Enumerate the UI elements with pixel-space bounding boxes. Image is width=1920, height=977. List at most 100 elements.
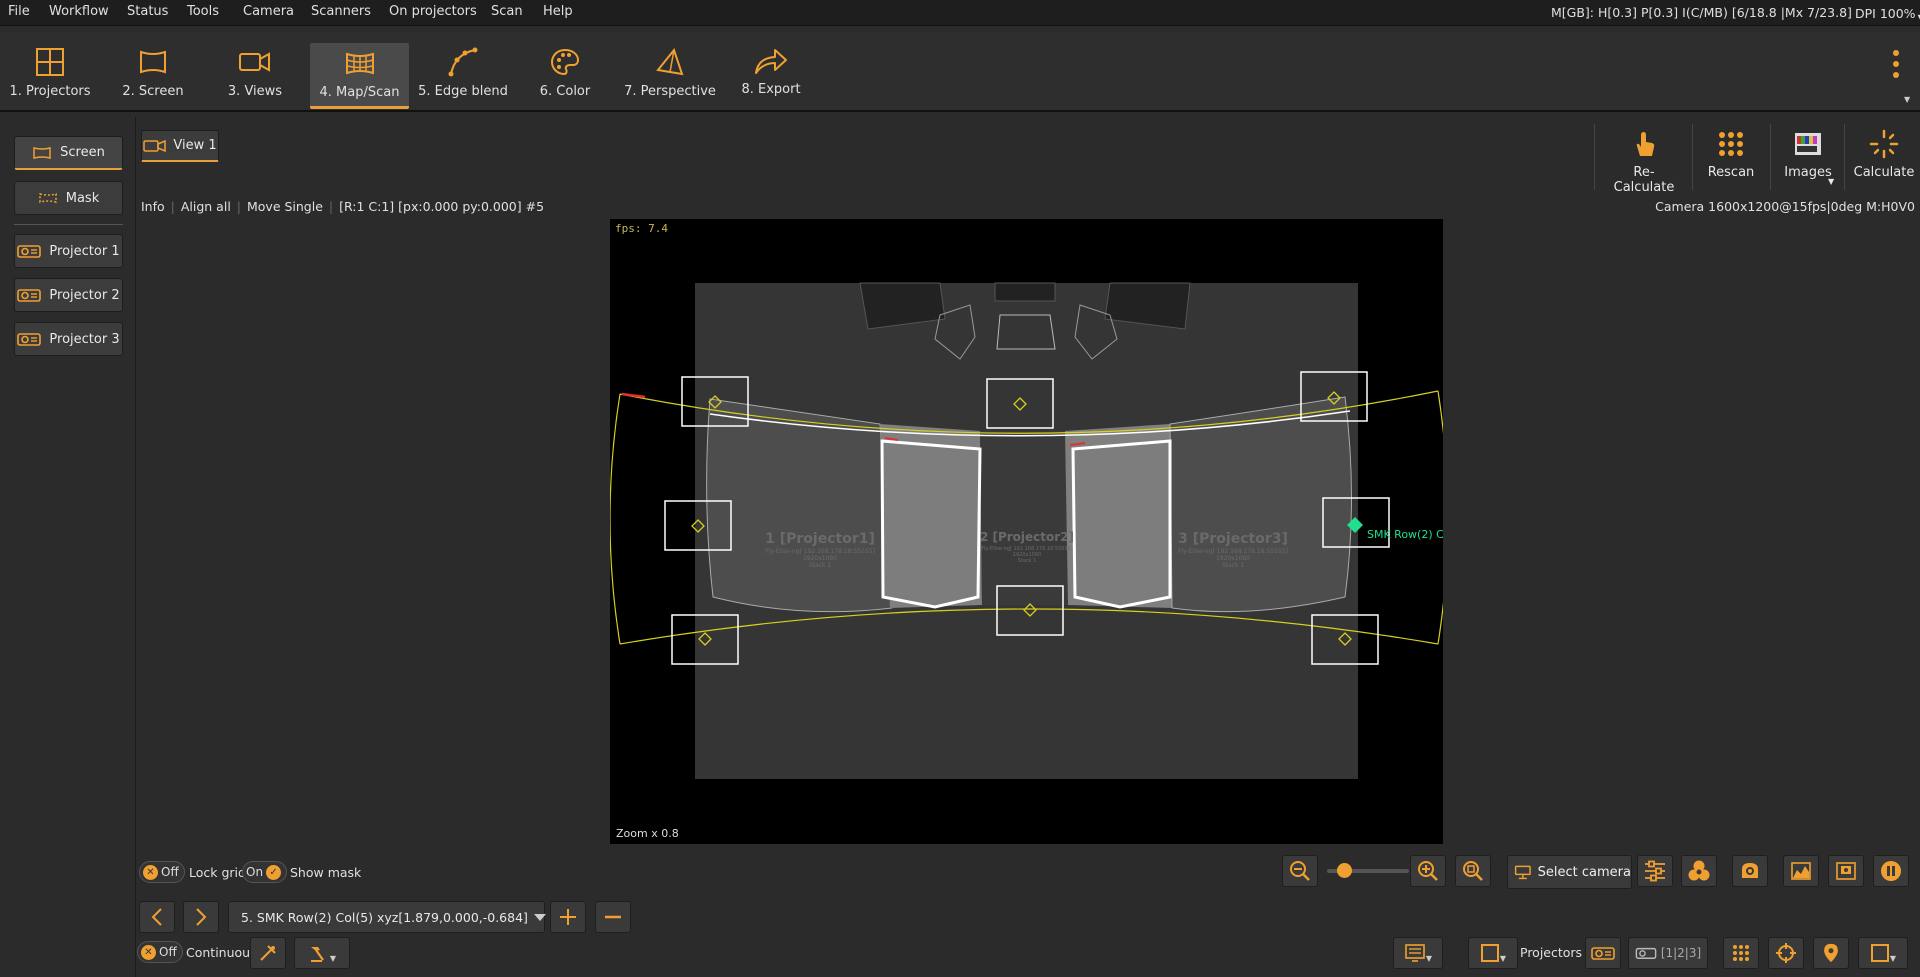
monitor-list-icon xyxy=(1405,944,1425,962)
step-label: 7. Perspective xyxy=(624,84,716,99)
zoom-out-icon xyxy=(1290,861,1310,881)
projectors-grid-icon xyxy=(36,48,64,76)
sidebar-item-projector-1[interactable]: Projector 1 xyxy=(14,234,123,268)
lock-grid-toggle[interactable]: ✕ Off xyxy=(139,861,185,883)
pause-button[interactable] xyxy=(1873,855,1909,887)
sidebar-item-projector-3[interactable]: Projector 3 xyxy=(14,322,123,356)
calculate-button[interactable]: Calculate xyxy=(1848,125,1920,195)
snapshot-button[interactable] xyxy=(1828,855,1864,887)
divider xyxy=(1770,124,1771,190)
chevron-down-icon: ▼ xyxy=(1425,953,1433,963)
images-button[interactable]: Images ▼ xyxy=(1776,125,1840,195)
menu-file[interactable]: File xyxy=(8,4,30,19)
view-frame-button[interactable]: ▼ xyxy=(1858,937,1908,969)
projector-icon xyxy=(1591,947,1615,960)
projector-output-button[interactable] xyxy=(1585,937,1621,969)
crosshair-button[interactable] xyxy=(1768,937,1804,969)
recalculate-button[interactable]: Re-Calculate xyxy=(1604,125,1684,195)
show-mask-toggle[interactable]: On ✓ xyxy=(242,861,288,883)
dpi-status[interactable]: DPI 100%▼ xyxy=(1855,5,1920,22)
next-point-button[interactable] xyxy=(183,901,219,933)
sidebar-screen-label: Screen xyxy=(60,145,105,160)
close-circle-icon: ✕ xyxy=(141,944,156,960)
dot-grid-icon xyxy=(1719,132,1743,156)
display-mode-button[interactable]: ▼ xyxy=(1393,937,1443,969)
add-point-button[interactable] xyxy=(550,901,586,933)
sidebar-mask-button[interactable]: Mask xyxy=(14,181,123,215)
previous-point-button[interactable] xyxy=(139,901,175,933)
projector-1-stack: Stack 1 xyxy=(809,562,832,569)
zoom-out-button[interactable] xyxy=(1282,855,1318,887)
screen-icon xyxy=(140,50,166,74)
frame-mode-button[interactable]: ▼ xyxy=(1468,937,1518,969)
step-color-button[interactable]: 6. Color xyxy=(527,42,603,138)
marker-button[interactable] xyxy=(1813,937,1849,969)
rgb-circles-icon xyxy=(1688,860,1710,881)
menu-scan[interactable]: Scan xyxy=(491,4,523,19)
info-bar: Info | Align all | Move Single | [R:1 C:… xyxy=(141,199,545,214)
sidebar-item-projector-2[interactable]: Projector 2 xyxy=(14,278,123,312)
align-all-button[interactable]: Align all xyxy=(181,199,231,214)
projector-2-title: 2 [Projector2] xyxy=(980,530,1074,544)
sidebar-screen-button[interactable]: Screen xyxy=(14,136,123,170)
chevron-down-icon xyxy=(533,913,546,921)
step-label: 8. Export xyxy=(741,82,801,97)
zoom-fit-button[interactable] xyxy=(1455,855,1491,887)
histogram-icon xyxy=(1791,862,1811,880)
grid-points-button[interactable] xyxy=(1723,937,1759,969)
remove-point-button[interactable] xyxy=(595,901,631,933)
pick-tool-icon xyxy=(260,945,276,961)
chevron-down-icon: ▼ xyxy=(329,953,337,963)
menu-status[interactable]: Status xyxy=(127,4,168,19)
hammer-tool-button[interactable]: ▼ xyxy=(294,937,350,969)
projector-set-button[interactable]: [1|2|3] xyxy=(1628,937,1708,969)
pick-tool-button[interactable] xyxy=(250,937,286,969)
sidebar-projector-label: Projector 3 xyxy=(49,331,120,347)
menu-tools[interactable]: Tools xyxy=(187,4,219,19)
projectors-label: Projectors xyxy=(1520,945,1583,960)
zoom-in-button[interactable] xyxy=(1410,855,1446,887)
point-select-dropdown[interactable]: 5. SMK Row(2) Col(5) xyz[1.879,0.000,-0.… xyxy=(228,901,546,933)
info-button[interactable]: Info xyxy=(141,199,165,214)
menu-workflow[interactable]: Workflow xyxy=(49,4,109,19)
perspective-icon xyxy=(656,47,684,76)
webcam-button[interactable] xyxy=(1732,855,1768,887)
rescan-button[interactable]: Rescan xyxy=(1696,125,1766,195)
menu-help[interactable]: Help xyxy=(543,4,573,19)
step-edge-blend-button[interactable]: 5. Edge blend xyxy=(418,42,508,138)
step-views-button[interactable]: 3. Views xyxy=(215,42,295,138)
selection-info: [R:1 C:1] [px:0.000 py:0.000] #5 xyxy=(339,199,545,214)
location-pin-icon xyxy=(1824,943,1838,963)
move-single-button[interactable]: Move Single xyxy=(247,199,323,214)
close-circle-icon: ✕ xyxy=(143,864,158,880)
camera-info: Camera 1600x1200@15fps|0deg M:H0V0 xyxy=(1655,199,1915,214)
continuous-toggle[interactable]: ✕ Off xyxy=(137,941,183,963)
color-palette-icon xyxy=(550,48,580,76)
toolbar-expand-icon[interactable]: ▼ xyxy=(1904,95,1910,104)
lock-grid-label: Lock grid xyxy=(189,865,246,880)
step-map-scan-button[interactable]: 4. Map/Scan xyxy=(310,43,409,109)
step-label: 5. Edge blend xyxy=(418,84,508,99)
more-menu-icon[interactable] xyxy=(1886,50,1906,90)
camera-viewport[interactable]: 1 [Projector1] Fly-Elise-ng[ 192.168.178… xyxy=(610,219,1443,844)
step-perspective-button[interactable]: 7. Perspective xyxy=(624,42,716,138)
sidebar-mask-label: Mask xyxy=(65,190,100,206)
projector-3-resolution: 1920x1080 xyxy=(1216,555,1250,562)
square-icon xyxy=(1480,944,1499,962)
zoom-slider-handle[interactable] xyxy=(1337,863,1352,878)
mask-icon xyxy=(39,193,57,203)
tab-view-1[interactable]: View 1 xyxy=(141,130,219,162)
chevron-down-icon: ▼ xyxy=(1499,953,1507,963)
color-channels-button[interactable] xyxy=(1681,855,1717,887)
scan-canvas[interactable]: 1 [Projector1] Fly-Elise-ng[ 192.168.178… xyxy=(610,219,1443,844)
menu-scanners[interactable]: Scanners xyxy=(311,4,371,19)
menu-camera[interactable]: Camera xyxy=(243,4,294,19)
step-export-button[interactable]: 8. Export xyxy=(735,42,807,138)
camera-settings-button[interactable] xyxy=(1637,855,1673,887)
histogram-button[interactable] xyxy=(1783,855,1819,887)
test-pattern-image-icon xyxy=(1795,133,1821,155)
menu-on-projectors[interactable]: On projectors xyxy=(389,4,477,19)
snapshot-icon xyxy=(1836,862,1856,880)
step-label: 6. Color xyxy=(539,84,591,99)
select-camera-button[interactable]: Select camera xyxy=(1507,855,1632,889)
